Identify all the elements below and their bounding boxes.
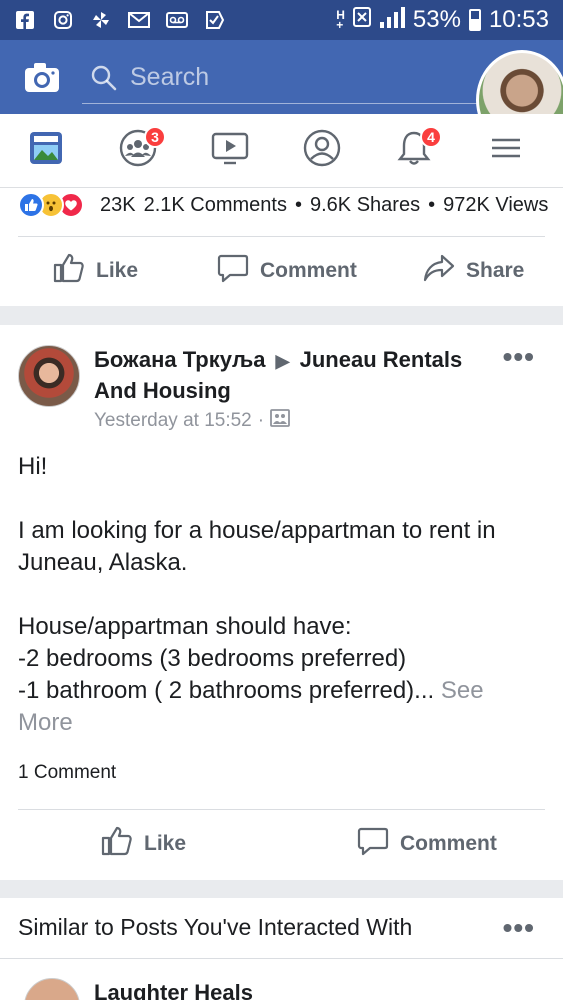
meta-separator: · [257,410,265,431]
post-text-truncated: -1 bathroom ( 2 bathrooms preferred)... [18,677,435,704]
post-timestamp[interactable]: Yesterday at 15:52 [94,410,252,432]
like-icon [100,824,134,864]
comment-button[interactable]: Comment [356,824,497,864]
posted-in-arrow-icon: ▶ [275,351,290,371]
search-field[interactable] [82,52,502,104]
notifications-badge: 4 [420,125,442,148]
tab-bar: 3 4 [0,114,563,188]
shares-count[interactable]: 9.6K Shares [310,194,420,217]
share-button[interactable]: Share [422,251,524,291]
watch-icon [210,128,250,173]
check-icon [204,9,226,31]
stats-separator: • [294,193,302,216]
comment-button[interactable]: Comment [216,251,357,291]
hd-icon: H + [336,8,345,32]
facebook-icon [14,9,36,31]
divider [18,809,545,810]
like-icon [52,251,86,291]
post-text-line: -2 bedrooms (3 bedrooms preferred) [18,645,407,672]
views-count: 972K Views [443,193,549,216]
battery-icon [468,9,481,31]
sim-icon [352,6,371,34]
post-header: Божана Тркуља ▶ Juneau Rentals And Housi… [94,345,474,406]
author-avatar[interactable] [18,345,80,407]
tab-groups[interactable]: 3 [92,114,184,188]
share-label: Share [466,259,525,282]
post-actions: Like Comment Share [0,238,563,304]
post-text: Hi! I am looking for a house/appartman t… [18,451,538,739]
search-icon [90,64,118,92]
post-card-previous: 23K 2.1K Comments • 9.6K Shares • 972K V… [0,188,563,306]
instagram-icon [52,9,74,31]
author-name[interactable]: Божана Тркуља [94,347,266,372]
like-label: Like [144,832,187,855]
share-icon [422,251,456,291]
stats-separator: • [428,193,436,216]
comment-count[interactable]: 1 Comment [18,762,116,784]
post-text-line: I am looking for a house/appartman to re… [18,517,496,576]
battery-percent: 53% [412,6,461,33]
comments-count[interactable]: 2.1K Comments [144,194,287,217]
group-privacy-icon [270,409,290,433]
voicemail-icon [166,9,188,31]
post-text-line: Hi! [18,453,48,480]
like-button[interactable]: Like [52,251,138,291]
tab-notifications[interactable]: 4 [368,114,460,188]
clock: 10:53 [488,6,549,33]
reaction-count[interactable]: 23K [100,194,136,217]
page-avatar[interactable] [24,978,80,1000]
tab-menu[interactable] [460,114,552,188]
camera-icon[interactable] [22,58,62,98]
post-meta: Yesterday at 15:52 · [94,409,290,433]
divider [0,958,563,959]
status-bar: H + 53% 10:53 [0,0,563,40]
similar-posts-section: Similar to Posts You've Interacted With … [0,898,563,1000]
section-title: Similar to Posts You've Interacted With [18,914,413,940]
divider [18,236,545,237]
gmail-icon [128,9,150,31]
search-input[interactable] [130,63,430,92]
like-button[interactable]: Like [100,824,186,864]
pinwheel-icon [90,9,112,31]
tab-profile[interactable] [276,114,368,188]
comment-label: Comment [260,259,357,282]
tab-news-feed[interactable] [0,114,92,188]
news-feed-icon [26,128,66,173]
post-text-line: -1 bathroom ( 2 bathrooms preferred)... … [18,675,538,739]
like-reaction-icon [18,192,44,218]
groups-badge: 3 [144,125,166,148]
post-text-line: House/appartman should have: [18,613,352,640]
post-actions: Like Comment [0,811,563,877]
reaction-icons[interactable] [18,190,84,220]
menu-icon [486,128,526,173]
comment-icon [216,251,250,291]
post-options-button[interactable]: ••• [503,341,535,373]
profile-icon [302,128,342,173]
post-card: Божана Тркуља ▶ Juneau Rentals And Housi… [0,325,563,880]
like-label: Like [96,259,139,282]
tab-watch[interactable] [184,114,276,188]
post-stats: 23K 2.1K Comments • 9.6K Shares • 972K V… [100,190,548,220]
signal-icon [379,6,405,35]
comment-icon [356,824,390,864]
page-name[interactable]: Laughter Heals [94,980,253,1000]
section-options-button[interactable]: ••• [503,912,535,944]
comment-label: Comment [400,832,497,855]
